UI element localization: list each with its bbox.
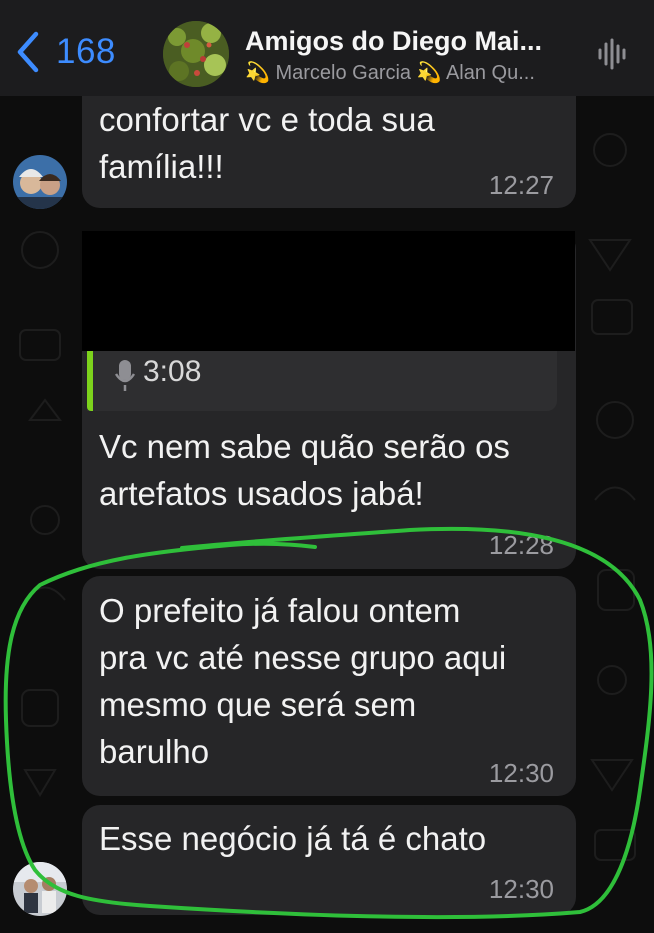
message-text: Vc nem sabe quão serão os artefatos usad… xyxy=(99,428,510,512)
avatar[interactable] xyxy=(13,862,67,916)
avatar[interactable] xyxy=(13,155,67,209)
message-time: 12:28 xyxy=(488,530,554,560)
audio-wave-icon[interactable] xyxy=(596,36,632,72)
group-avatar[interactable] xyxy=(163,21,229,87)
message-text: Esse negócio já tá é chato xyxy=(99,820,487,857)
message-time: 12:27 xyxy=(488,170,554,200)
quote-bar xyxy=(87,351,93,411)
message-text: O prefeito já falou ontem pra vc até nes… xyxy=(99,592,507,770)
message-time: 12:30 xyxy=(488,874,554,904)
message-text: confortar vc e toda sua família!!! xyxy=(99,101,435,185)
message-bubble[interactable]: O prefeito já falou ontem pra vc até nes… xyxy=(82,576,576,796)
redacted-image xyxy=(82,231,575,351)
voice-duration: 3:08 xyxy=(143,355,202,388)
message-bubble[interactable]: Esse negócio já tá é chato 12:30 xyxy=(82,805,576,915)
chevron-left-icon xyxy=(17,31,39,73)
microphone-icon xyxy=(114,360,136,391)
group-members[interactable]: 💫 Marcelo Garcia 💫 Alan Qu... xyxy=(245,60,535,85)
message-time: 12:30 xyxy=(488,758,554,788)
back-button[interactable]: 168 xyxy=(14,30,134,74)
unread-count: 168 xyxy=(56,32,116,71)
chat-header: 168 Amigos do Diego Mai... 💫 Marcelo Gar… xyxy=(0,0,654,96)
group-title[interactable]: Amigos do Diego Mai... xyxy=(245,26,542,57)
